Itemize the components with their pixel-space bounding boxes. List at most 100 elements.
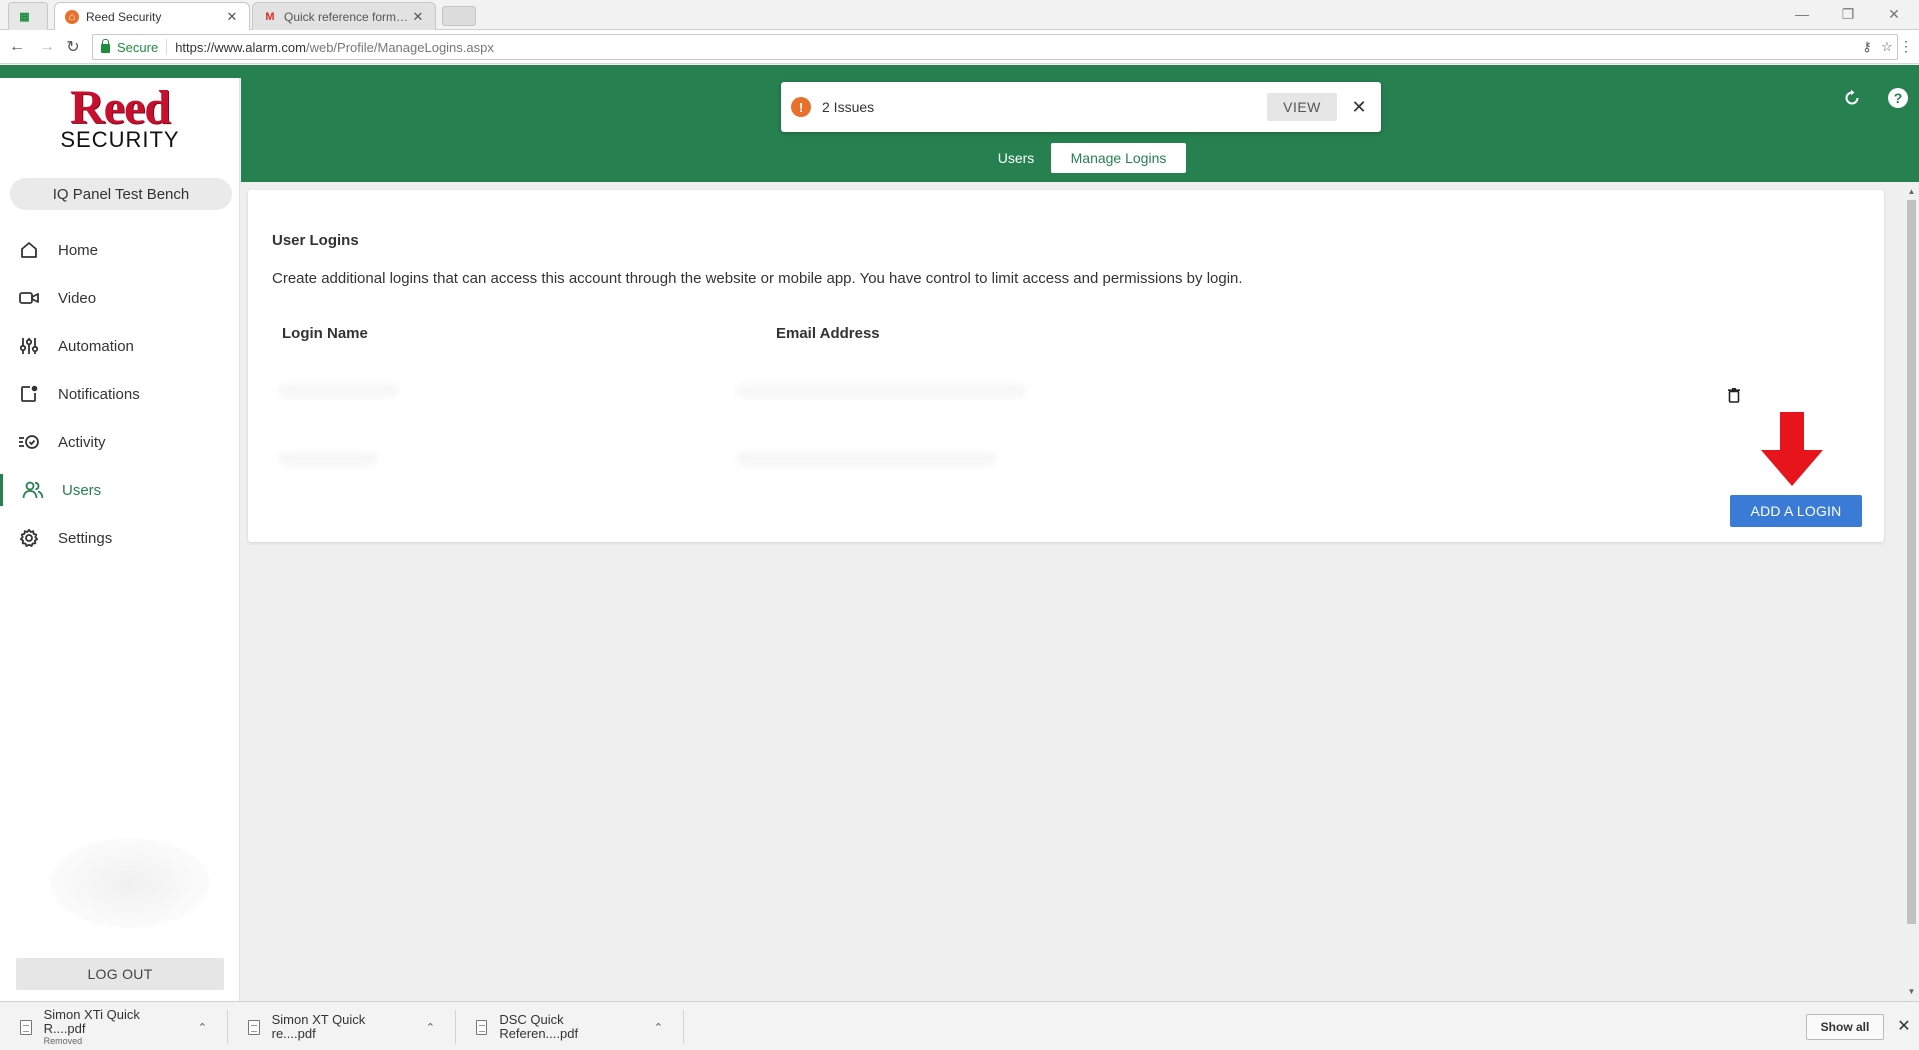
svg-text:?: ? [1894,90,1903,106]
blurred-email [736,452,996,466]
pdf-file-icon [476,1019,488,1035]
scroll-down-icon[interactable]: ▼ [1904,984,1919,998]
sidebar-item-automation[interactable]: Automation [0,322,240,370]
blurred-email [736,384,1026,398]
sidebar-item-label: Settings [58,529,113,547]
chevron-up-icon[interactable]: ⌃ [654,1021,663,1034]
star-icon[interactable]: ☆ [1877,39,1897,55]
sidebar-item-activity[interactable]: Activity [0,418,240,466]
url-path: /web/Profile/ManageLogins.aspx [305,39,494,55]
close-download-bar-icon[interactable]: ✕ [1894,1016,1914,1036]
scroll-up-icon[interactable]: ▲ [1904,184,1919,198]
chevron-up-icon[interactable]: ⌃ [426,1021,435,1034]
activity-icon [18,431,40,453]
add-login-button[interactable]: ADD A LOGIN [1730,495,1862,527]
page-scrollbar[interactable]: ▲ ▼ [1904,182,1919,1001]
window-close-icon[interactable]: ✕ [1872,0,1916,28]
column-header-email: Email Address [776,325,880,342]
pdf-file-icon [20,1019,32,1035]
download-filename: Simon XT Quick re....pdf [271,1012,366,1041]
sidebar-item-settings[interactable]: Settings [0,514,240,562]
tab-reed-security[interactable]: ⌂ Reed Security ✕ [54,2,250,30]
restore-icon[interactable]: ❐ [1826,0,1870,28]
gear-icon [18,527,40,549]
tab-users[interactable]: Users [982,143,1050,173]
address-bar[interactable]: Secure https://www.alarm.com/web/Profile… [92,34,1898,60]
download-item[interactable]: Simon XT Quick re....pdf ⌃ [248,1010,456,1044]
key-icon[interactable]: ⚷ [1857,39,1877,55]
pdf-file-icon [248,1019,260,1035]
sliders-icon [18,335,40,357]
sidebar-item-label: Users [62,481,102,499]
video-camera-icon [18,287,40,309]
reed-security-logo[interactable]: Reed SECURITY [60,81,180,152]
column-header-login-name: Login Name [282,325,368,342]
show-all-button[interactable]: Show all [1806,1014,1884,1040]
help-icon[interactable]: ? [1887,87,1909,109]
tab-quick-reference[interactable]: M Quick reference form - c ✕ [252,2,436,30]
sidebar-item-users[interactable]: Users [0,466,240,514]
tab-close-icon[interactable]: ✕ [411,9,425,25]
secure-label: Secure [117,39,159,55]
section-description: Create additional logins that can access… [272,270,1243,287]
blurred-login-name [278,452,378,466]
sheets-favicon-icon: ▦ [19,11,30,23]
notification-icon [18,383,40,405]
sidebar-item-label: Automation [58,337,134,355]
sidebar-item-video[interactable]: Video [0,274,240,322]
section-title: User Logins [272,232,359,249]
delete-login-icon[interactable] [1726,386,1742,404]
back-arrow-icon[interactable]: ← [6,36,28,58]
minimize-icon[interactable]: — [1780,0,1824,28]
sidebar-item-home[interactable]: Home [0,226,240,274]
logo-subtitle: SECURITY [60,127,180,152]
reload-icon[interactable]: ↻ [62,36,84,58]
close-icon[interactable]: ✕ [1347,95,1371,119]
logo-wordmark: Reed [70,81,171,134]
page-header: ! 2 Issues VIEW ✕ ? Users Manage Logins [241,65,1919,182]
red-down-arrow-icon [1761,412,1823,486]
sidebar-item-label: Activity [58,433,106,451]
tab-close-icon[interactable]: ✕ [225,9,239,25]
browser-tabstrip: ▦ ⌂ Reed Security ✕ M Quick reference fo… [0,0,1919,30]
scrollbar-thumb[interactable] [1907,200,1916,924]
reed-favicon-icon: ⌂ [65,9,79,24]
tab-manage-logins[interactable]: Manage Logins [1051,143,1186,173]
url-text: https://www.alarm.com/web/Profile/Manage… [167,40,1857,55]
blurred-login-name [278,384,398,398]
sidebar: Reed SECURITY IQ Panel Test Bench Home V… [0,78,240,1001]
chevron-up-icon[interactable]: ⌃ [198,1021,207,1034]
download-status: Removed [43,1035,83,1046]
sidebar-nav: Home Video Automation Notifications Acti… [0,226,240,562]
browser-menu-icon[interactable]: ⋮ [1899,38,1913,55]
home-icon [18,239,40,261]
download-filename: DSC Quick Referen....pdf [499,1012,579,1041]
new-tab-button[interactable] [442,6,476,26]
secure-indicator[interactable]: Secure [93,38,168,55]
issues-banner: ! 2 Issues VIEW ✕ [781,82,1381,132]
blurred-profile-image [50,838,210,928]
logout-button[interactable]: LOG OUT [16,958,224,990]
tab-title: Quick reference form - c [284,9,411,24]
view-issues-button[interactable]: VIEW [1267,93,1337,121]
download-bar: Simon XTi Quick R....pdf Removed ⌃ Simon … [0,1001,1919,1050]
download-item[interactable]: DSC Quick Referen....pdf ⌃ [476,1010,684,1044]
user-logins-card: User Logins Create additional logins tha… [248,190,1884,542]
sidebar-item-notifications[interactable]: Notifications [0,370,240,418]
forward-arrow-icon[interactable]: → [36,36,58,58]
download-filename: Simon XTi Quick R....pdf [43,1006,140,1036]
warning-icon: ! [791,97,811,117]
url-host: https://www.alarm.com [175,39,306,55]
sidebar-item-label: Home [58,241,99,259]
sidebar-item-label: Notifications [58,385,140,403]
pinned-tab[interactable]: ▦ [8,2,48,30]
browser-toolbar: ← → ↻ Secure https://www.alarm.com/web/P… [0,30,1919,64]
sidebar-item-label: Video [58,289,97,307]
account-selector[interactable]: IQ Panel Test Bench [10,178,232,210]
refresh-icon[interactable] [1841,87,1863,109]
issues-count: 2 Issues [822,99,875,115]
lock-icon [101,38,110,53]
download-item[interactable]: Simon XTi Quick R....pdf Removed ⌃ [20,1006,228,1046]
gmail-favicon-icon: M [265,10,275,23]
tab-title: Reed Security [86,9,162,24]
